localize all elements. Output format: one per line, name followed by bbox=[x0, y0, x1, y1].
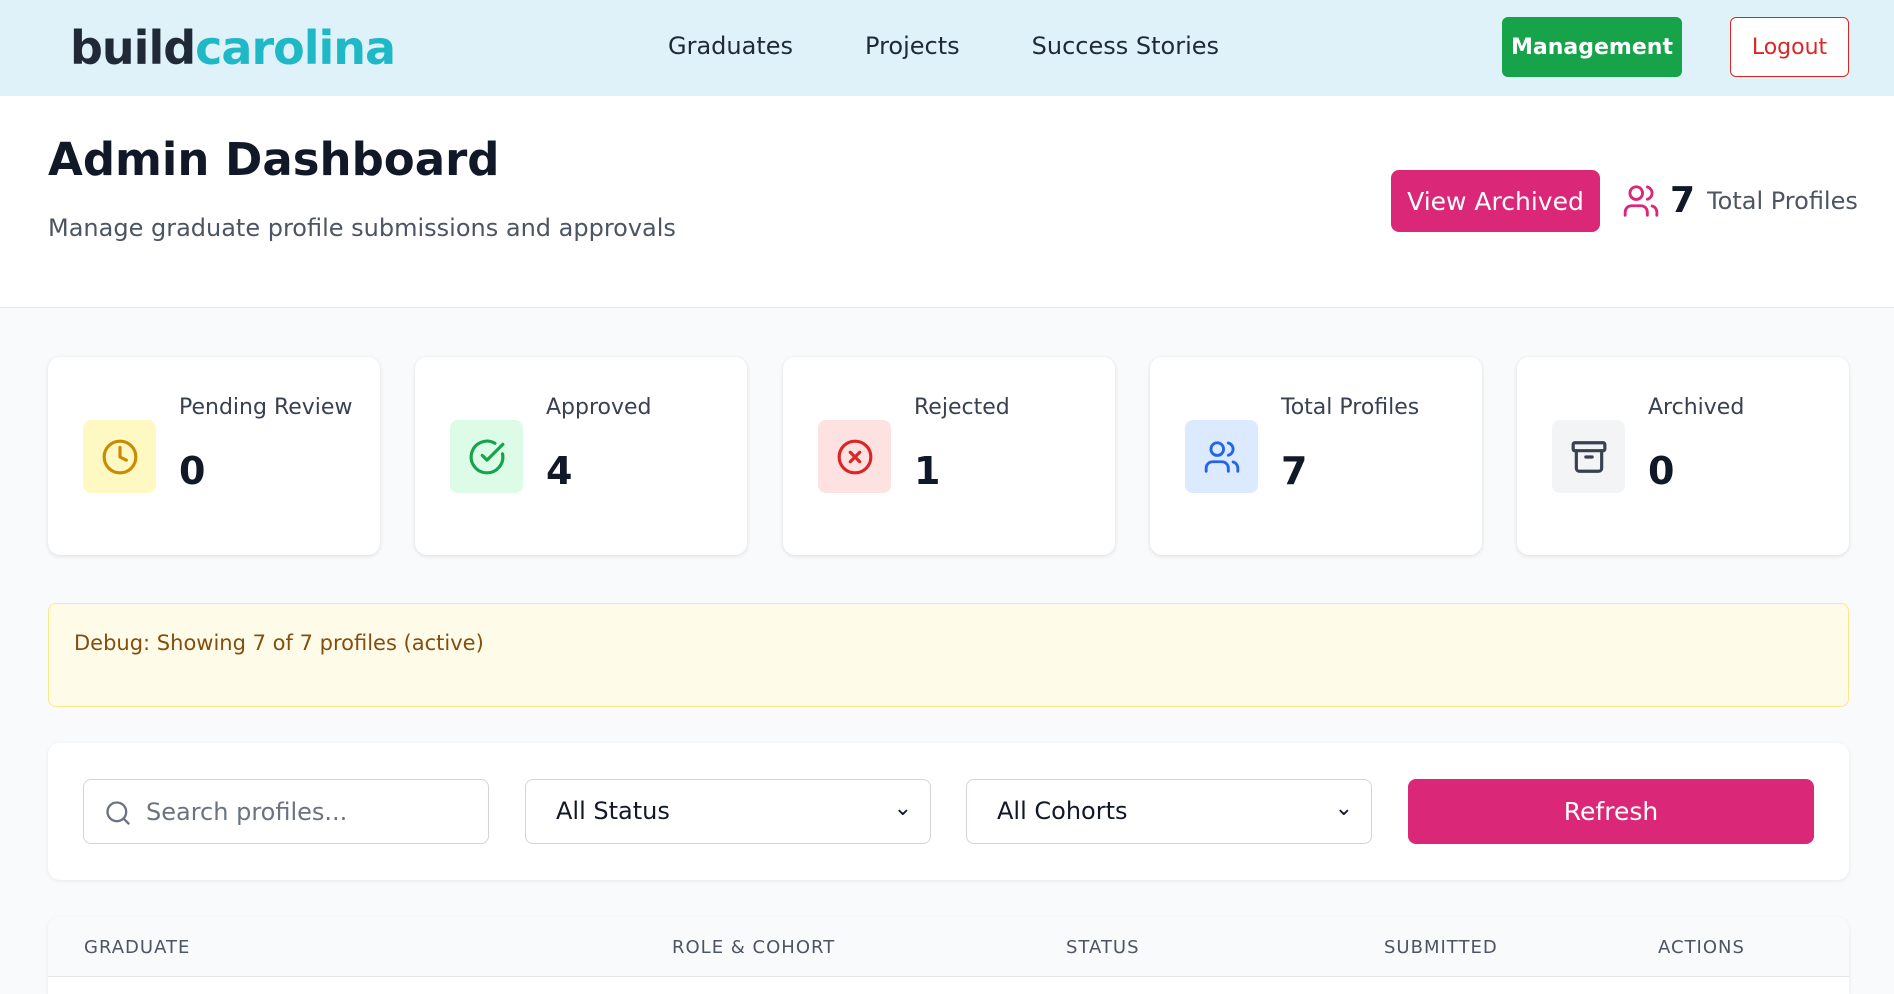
status-select-value: All Status bbox=[556, 797, 670, 825]
column-header-role-cohort[interactable]: ROLE & COHORT bbox=[672, 937, 835, 958]
search-box[interactable] bbox=[83, 779, 489, 844]
navbar: buildcarolina Graduates Projects Success… bbox=[0, 0, 1894, 96]
nav-link-graduates[interactable]: Graduates bbox=[668, 32, 793, 60]
column-header-submitted[interactable]: SUBMITTED bbox=[1384, 937, 1498, 958]
total-profiles-label: Total Profiles bbox=[1707, 186, 1858, 215]
stat-icon-wrap bbox=[83, 420, 156, 493]
stat-label: Pending Review bbox=[179, 395, 353, 420]
search-input[interactable] bbox=[146, 780, 476, 843]
search-icon bbox=[106, 801, 130, 825]
filter-bar: All Status ⌄ All Cohorts ⌄ Refresh bbox=[48, 743, 1849, 880]
stat-label: Archived bbox=[1648, 395, 1745, 420]
clock-icon bbox=[102, 439, 137, 474]
status-select[interactable]: All Status ⌄ bbox=[525, 779, 931, 844]
nav-link-projects[interactable]: Projects bbox=[865, 32, 960, 60]
x-circle-icon bbox=[837, 439, 872, 474]
cohort-select[interactable]: All Cohorts ⌄ bbox=[966, 779, 1372, 844]
stat-value: 1 bbox=[914, 449, 941, 493]
profiles-table: GRADUATE ROLE & COHORT STATUS SUBMITTED … bbox=[48, 917, 1849, 994]
logo[interactable]: buildcarolina bbox=[70, 25, 396, 71]
stat-icon-wrap bbox=[1552, 420, 1625, 493]
column-header-graduate[interactable]: GRADUATE bbox=[84, 937, 190, 958]
total-profiles-count: 7 bbox=[1670, 180, 1696, 221]
archive-icon bbox=[1571, 440, 1606, 473]
refresh-button[interactable]: Refresh bbox=[1408, 779, 1814, 844]
logout-button[interactable]: Logout bbox=[1730, 17, 1849, 77]
logo-part-build: build bbox=[70, 21, 196, 75]
stat-value: 0 bbox=[179, 449, 206, 493]
management-button[interactable]: Management bbox=[1502, 17, 1682, 77]
chevron-down-icon: ⌄ bbox=[1334, 796, 1353, 821]
table-header: GRADUATE ROLE & COHORT STATUS SUBMITTED … bbox=[48, 917, 1849, 977]
page-title: Admin Dashboard bbox=[48, 133, 500, 186]
stat-icon-wrap bbox=[1185, 420, 1258, 493]
cohort-select-value: All Cohorts bbox=[997, 797, 1128, 825]
dashboard-header: Admin Dashboard Manage graduate profile … bbox=[0, 96, 1894, 308]
stat-card-approved: Approved 4 bbox=[415, 357, 747, 555]
stat-value: 7 bbox=[1281, 449, 1308, 493]
stat-icon-wrap bbox=[450, 420, 523, 493]
logo-part-carolina: carolina bbox=[195, 21, 396, 75]
stat-value: 4 bbox=[546, 449, 573, 493]
stat-value: 0 bbox=[1648, 449, 1675, 493]
chevron-down-icon: ⌄ bbox=[893, 796, 912, 821]
stat-label: Rejected bbox=[914, 395, 1010, 420]
view-archived-button[interactable]: View Archived bbox=[1391, 170, 1600, 232]
stat-label: Total Profiles bbox=[1281, 395, 1420, 420]
debug-banner: Debug: Showing 7 of 7 profiles (active) bbox=[48, 603, 1849, 707]
stat-card-total: Total Profiles 7 bbox=[1150, 357, 1482, 555]
column-header-status[interactable]: STATUS bbox=[1066, 937, 1140, 958]
stat-card-archived: Archived 0 bbox=[1517, 357, 1849, 555]
users-icon bbox=[1204, 440, 1239, 473]
nav-links: Graduates Projects Success Stories bbox=[668, 32, 1219, 60]
debug-text: Debug: Showing 7 of 7 profiles (active) bbox=[74, 631, 484, 655]
page-subtitle: Manage graduate profile submissions and … bbox=[48, 214, 676, 242]
stat-card-pending: Pending Review 0 bbox=[48, 357, 380, 555]
users-icon bbox=[1623, 184, 1659, 217]
stat-icon-wrap bbox=[818, 420, 891, 493]
total-profiles-summary: 7 Total Profiles bbox=[1622, 180, 1858, 221]
stat-card-rejected: Rejected 1 bbox=[783, 357, 1115, 555]
column-header-actions: ACTIONS bbox=[1658, 937, 1745, 958]
check-circle-icon bbox=[469, 439, 504, 474]
stat-label: Approved bbox=[546, 395, 652, 420]
nav-link-success-stories[interactable]: Success Stories bbox=[1032, 32, 1219, 60]
